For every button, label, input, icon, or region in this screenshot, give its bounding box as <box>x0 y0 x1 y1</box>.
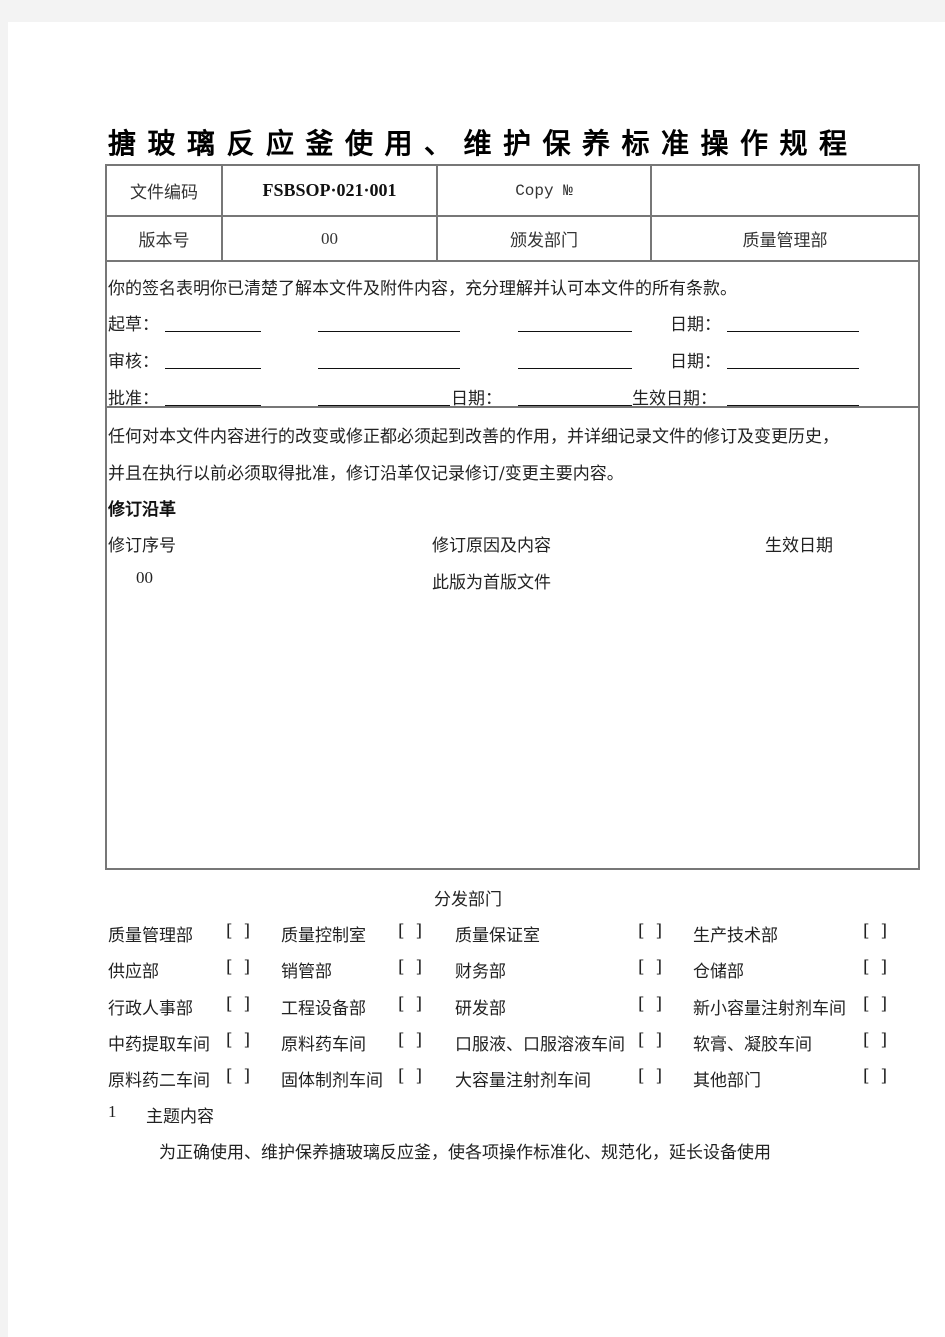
distribution-dept-label: 口服液、口服溶液车间 <box>455 1035 625 1055</box>
file-code-value: FSBSOP·021·001 <box>262 180 397 200</box>
review-label: 审核： <box>108 352 159 372</box>
revision-column-number: 修订序号 <box>108 536 176 556</box>
table-divider <box>105 406 920 408</box>
distribution-checkbox[interactable]: [ ] <box>398 1030 422 1050</box>
distribution-checkbox[interactable]: [ ] <box>638 994 662 1014</box>
file-code-label: 文件编码 <box>130 183 198 203</box>
approve-date-field[interactable] <box>518 405 632 406</box>
effective-date-field[interactable] <box>727 405 859 406</box>
distribution-dept-label: 质量保证室 <box>455 926 540 946</box>
issuing-dept-value: 质量管理部 <box>742 231 828 251</box>
approve-name-field[interactable] <box>318 405 450 406</box>
distribution-dept-label: 工程设备部 <box>281 999 366 1019</box>
version-value: 00 <box>321 228 338 248</box>
distribution-checkbox[interactable]: [ ] <box>226 1030 250 1050</box>
version-label: 版本号 <box>138 231 190 251</box>
section-number: 1 <box>108 1102 117 1121</box>
distribution-checkbox[interactable]: [ ] <box>398 921 422 941</box>
revision-row-number: 00 <box>136 568 153 587</box>
signature-statement: 你的签名表明你已清楚了解本文件及附件内容，充分理解并认可本文件的所有条款。 <box>108 279 737 299</box>
draft-name-field[interactable] <box>318 331 460 332</box>
section-body: 为正确使用、维护保养搪玻璃反应釜，使各项操作标准化、规范化，延长设备使用 <box>159 1143 771 1163</box>
document-page: 搪玻璃反应釜使用、维护保养标准操作规程 文件编码 FSBSOP·021·001 … <box>8 22 945 1337</box>
revision-history-heading: 修订沿革 <box>108 500 176 520</box>
revision-row-reason: 此版为首版文件 <box>432 573 551 593</box>
distribution-checkbox[interactable]: [ ] <box>638 957 662 977</box>
distribution-checkbox[interactable]: [ ] <box>226 921 250 941</box>
section-heading: 主题内容 <box>146 1107 214 1127</box>
draft-date-label: 日期： <box>670 315 721 335</box>
distribution-checkbox[interactable]: [ ] <box>863 957 887 977</box>
approve-signature-field[interactable] <box>165 405 261 406</box>
distribution-checkbox[interactable]: [ ] <box>863 921 887 941</box>
distribution-heading: 分发部门 <box>434 890 502 910</box>
draft-label: 起草： <box>108 315 159 335</box>
distribution-checkbox[interactable]: [ ] <box>863 994 887 1014</box>
distribution-checkbox[interactable]: [ ] <box>398 994 422 1014</box>
draft-extra-field[interactable] <box>518 331 632 332</box>
revision-statement-line1: 任何对本文件内容进行的改变或修正都必须起到改善的作用，并详细记录文件的修订及变更… <box>108 427 839 447</box>
document-title: 搪玻璃反应釜使用、维护保养标准操作规程 <box>108 127 859 160</box>
review-signature-field[interactable] <box>165 368 261 369</box>
distribution-checkbox[interactable]: [ ] <box>638 1030 662 1050</box>
revision-column-reason: 修订原因及内容 <box>432 536 551 556</box>
review-date-label: 日期： <box>670 352 721 372</box>
distribution-checkbox[interactable]: [ ] <box>226 1066 250 1086</box>
revision-column-date: 生效日期 <box>765 536 833 556</box>
review-name-field[interactable] <box>318 368 460 369</box>
header-table-frame <box>105 164 920 870</box>
distribution-dept-label: 软膏、凝胶车间 <box>693 1035 812 1055</box>
distribution-dept-label: 质量管理部 <box>108 926 193 946</box>
distribution-dept-label: 供应部 <box>108 962 159 982</box>
distribution-dept-label: 固体制剂车间 <box>281 1071 383 1091</box>
distribution-dept-label: 生产技术部 <box>693 926 778 946</box>
distribution-dept-label: 财务部 <box>455 962 506 982</box>
approve-label: 批准： <box>108 389 159 409</box>
copy-number-value <box>652 166 918 215</box>
distribution-dept-label: 仓储部 <box>693 962 744 982</box>
approve-date-label: 日期： <box>451 389 502 409</box>
revision-statement-line2: 并且在执行以前必须取得批准，修订沿革仅记录修订/变更主要内容。 <box>108 464 624 484</box>
table-divider <box>105 260 920 262</box>
draft-date-field[interactable] <box>727 331 859 332</box>
distribution-checkbox[interactable]: [ ] <box>863 1030 887 1050</box>
distribution-dept-label: 大容量注射剂车间 <box>455 1071 591 1091</box>
distribution-dept-label: 质量控制室 <box>281 926 366 946</box>
distribution-checkbox[interactable]: [ ] <box>226 994 250 1014</box>
distribution-checkbox[interactable]: [ ] <box>638 1066 662 1086</box>
distribution-dept-label: 原料药二车间 <box>108 1071 210 1091</box>
draft-signature-field[interactable] <box>165 331 261 332</box>
copy-number-label: Copy № <box>515 181 573 200</box>
distribution-dept-label: 行政人事部 <box>108 999 193 1019</box>
review-extra-field[interactable] <box>518 368 632 369</box>
distribution-dept-label: 销管部 <box>281 962 332 982</box>
distribution-dept-label: 研发部 <box>455 999 506 1019</box>
distribution-dept-label: 新小容量注射剂车间 <box>693 999 846 1019</box>
distribution-dept-label: 其他部门 <box>693 1071 761 1091</box>
effective-date-label: 生效日期： <box>632 389 717 409</box>
issuing-dept-label: 颁发部门 <box>510 231 578 251</box>
distribution-checkbox[interactable]: [ ] <box>863 1066 887 1086</box>
distribution-dept-label: 原料药车间 <box>281 1035 366 1055</box>
review-date-field[interactable] <box>727 368 859 369</box>
distribution-checkbox[interactable]: [ ] <box>398 957 422 977</box>
distribution-dept-label: 中药提取车间 <box>108 1035 210 1055</box>
distribution-checkbox[interactable]: [ ] <box>226 957 250 977</box>
distribution-checkbox[interactable]: [ ] <box>398 1066 422 1086</box>
distribution-checkbox[interactable]: [ ] <box>638 921 662 941</box>
